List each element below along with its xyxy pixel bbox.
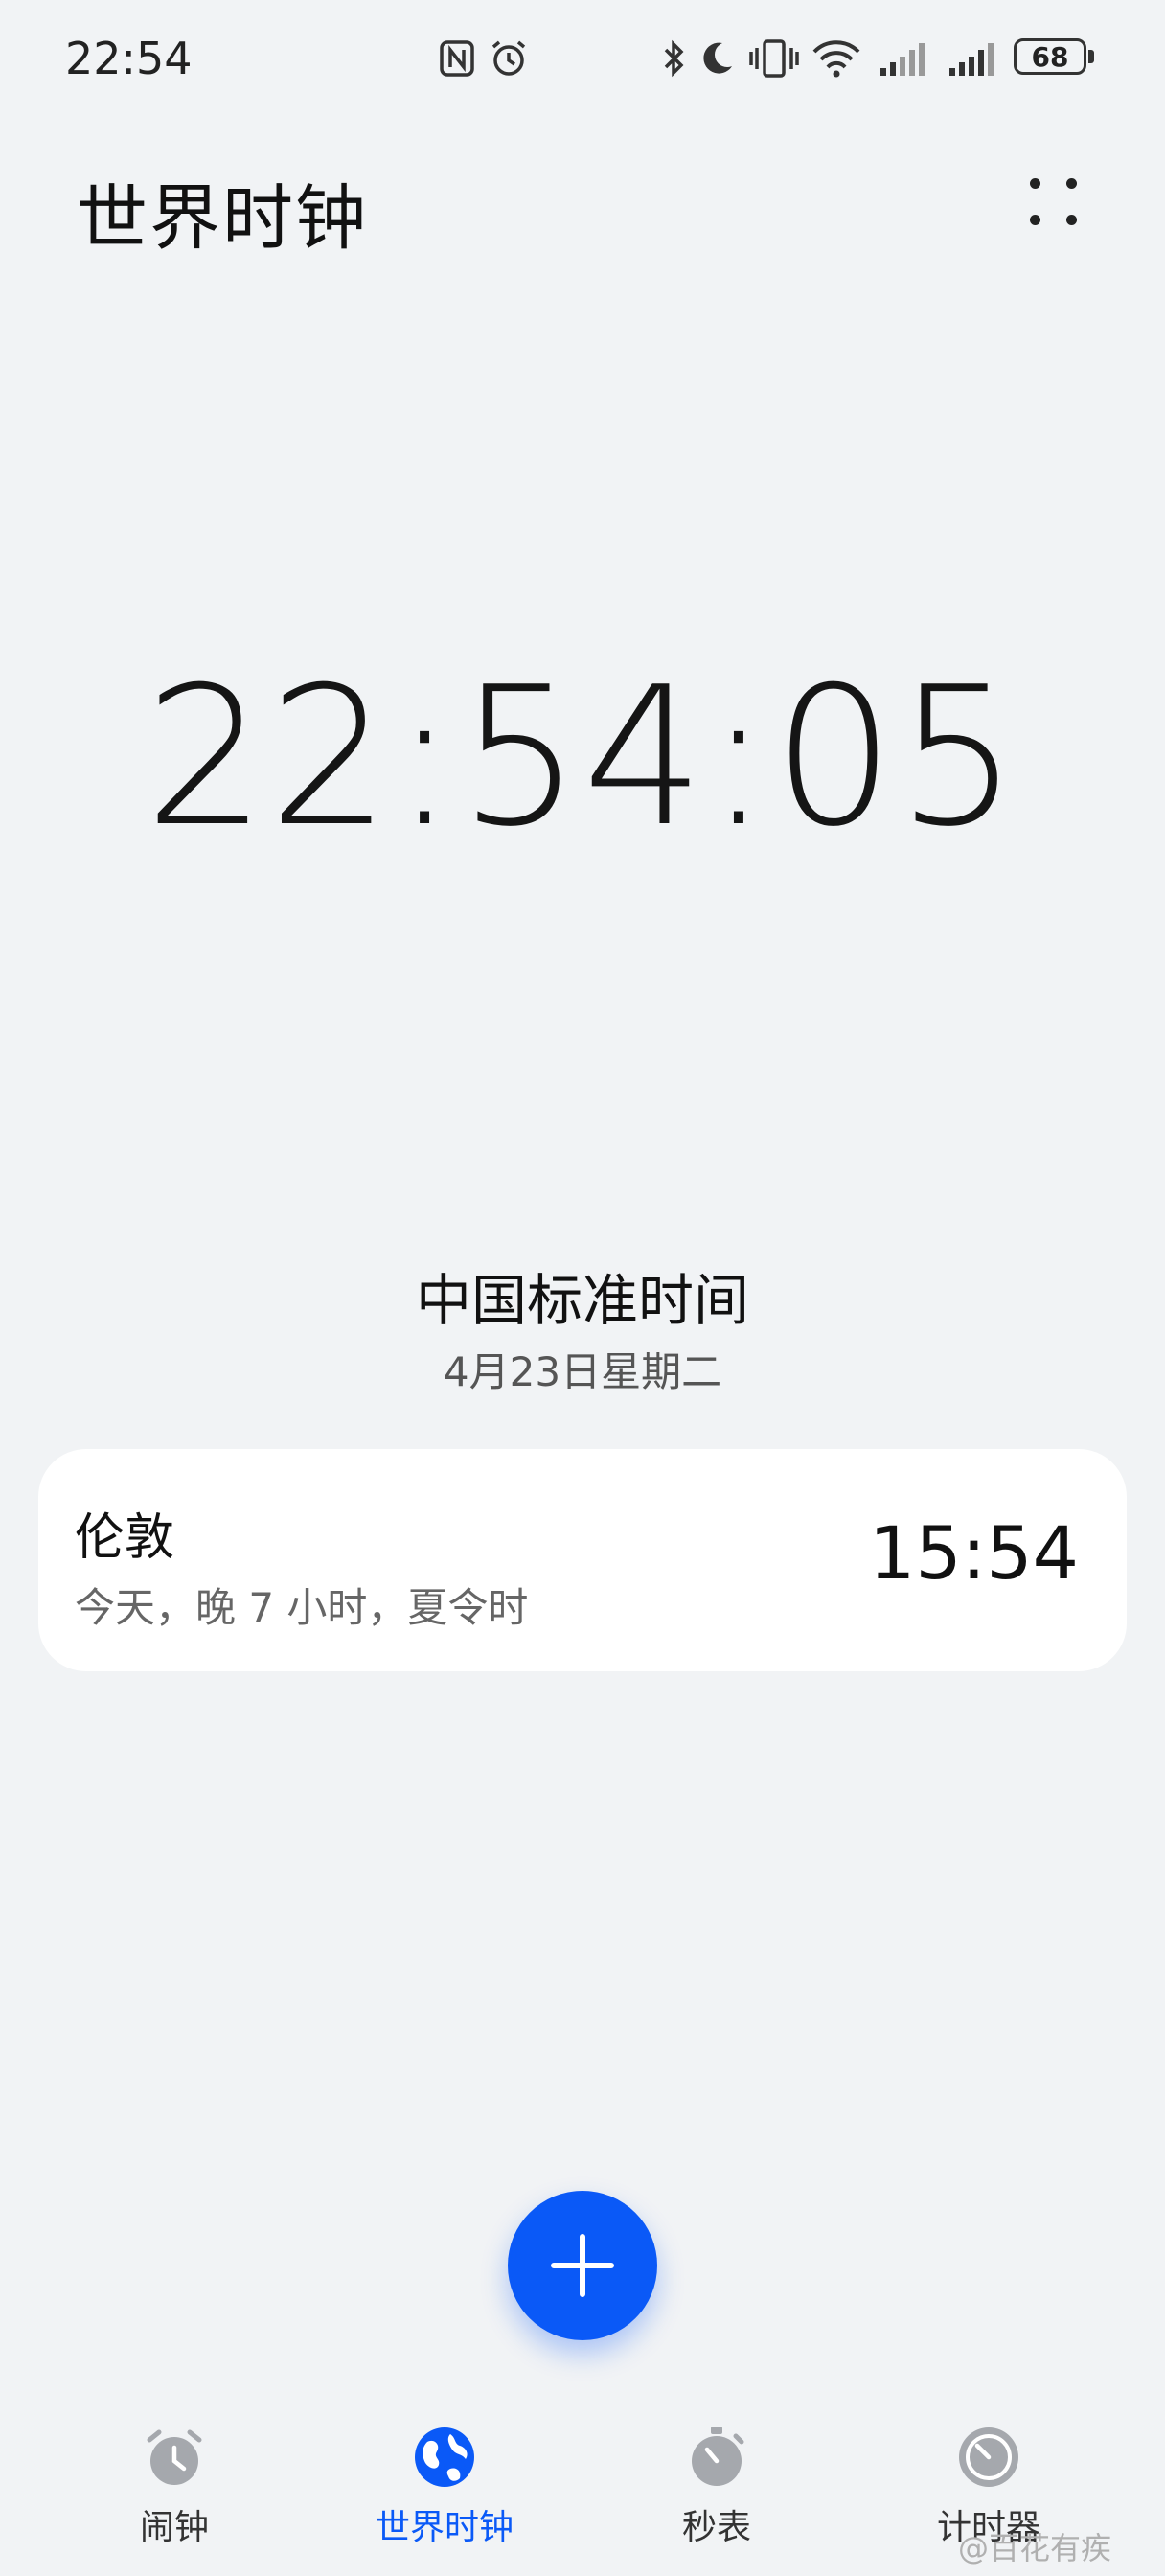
more-options-button[interactable] <box>1016 167 1092 243</box>
more-dot <box>1066 178 1077 189</box>
more-dot <box>1066 215 1077 225</box>
stopwatch-icon <box>692 2426 744 2486</box>
signal-icon <box>878 36 929 80</box>
nav-label-world-clock: 世界时钟 <box>375 2508 514 2547</box>
timer-icon <box>959 2427 1018 2487</box>
battery-level: 68 <box>1031 40 1069 73</box>
city-offset-description: 今天，晚 7 小时，夏令时 <box>75 1584 529 1631</box>
globe-icon <box>415 2427 474 2487</box>
city-name: 伦敦 <box>75 1509 175 1567</box>
wifi-icon <box>809 36 864 80</box>
status-bar-time: 22:54 <box>65 33 193 84</box>
vibrate-icon <box>747 36 801 80</box>
nav-label-stopwatch: 秒表 <box>681 2508 751 2547</box>
moon-icon <box>697 36 738 80</box>
current-time: 22:54:05 <box>144 646 1021 869</box>
timezone-name: 中国标准时间 <box>415 1268 749 1333</box>
nav-label-alarm: 闹钟 <box>139 2508 209 2547</box>
bluetooth-icon <box>657 36 690 80</box>
more-dot <box>1030 215 1040 225</box>
battery-indicator: 68 <box>1014 38 1086 75</box>
nfc-icon <box>437 36 477 80</box>
alarm-clock-icon <box>147 2429 202 2485</box>
nav-world-clock[interactable]: 世界时钟 <box>349 2425 540 2549</box>
nav-stopwatch[interactable]: 秒表 <box>621 2425 812 2549</box>
plus-icon <box>551 2234 614 2297</box>
add-city-button[interactable] <box>508 2191 657 2340</box>
nav-alarm[interactable]: 闹钟 <box>79 2425 270 2549</box>
city-time: 15:54 <box>868 1510 1079 1596</box>
more-dots-icon <box>1030 178 1040 189</box>
watermark: @百花有疾 <box>958 2530 1112 2566</box>
signal-icon <box>947 36 998 80</box>
alarm-icon <box>487 36 531 80</box>
battery-tip <box>1088 50 1094 63</box>
current-date: 4月23日星期二 <box>443 1348 722 1395</box>
page-title: 世界时钟 <box>77 177 368 260</box>
